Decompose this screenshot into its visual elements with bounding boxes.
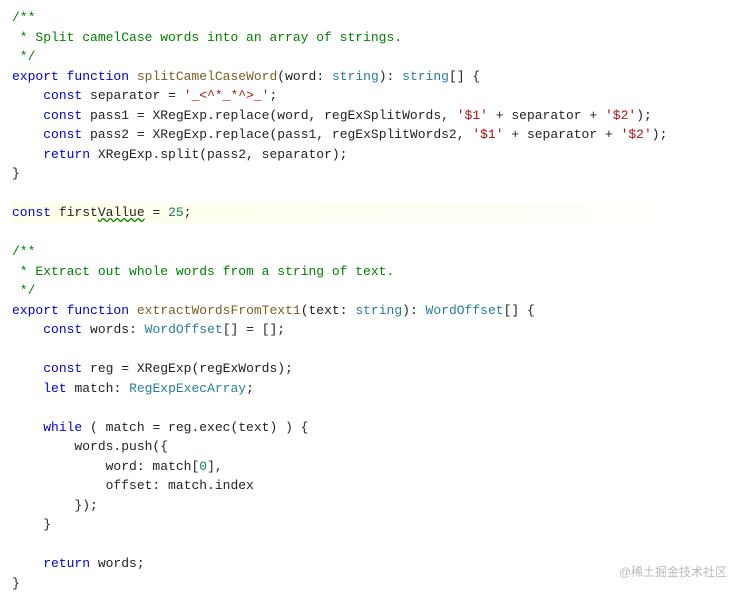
number: 0 (199, 459, 207, 474)
kw-let: let (43, 381, 66, 396)
code-block: /** * Split camelCase words into an arra… (12, 8, 733, 593)
comment-star: * (12, 30, 35, 45)
comment-end: */ (12, 49, 35, 64)
type: string (355, 303, 402, 318)
kw-const: const (43, 108, 82, 123)
watermark-text: @稀土掘金技术社区 (619, 563, 727, 581)
rest: [] = []; (223, 322, 285, 337)
func-name: extractWordsFromText1 (137, 303, 301, 318)
call: XRegExp.replace(pass1, regExSplitWords2, (152, 127, 472, 142)
var: words (90, 322, 129, 337)
kw-while: while (43, 420, 82, 435)
kw-function: function (67, 303, 129, 318)
call: XRegExp.replace(word, regExSplitWords, (152, 108, 456, 123)
type: WordOffset (145, 322, 223, 337)
brace: } (43, 517, 51, 532)
rest: words; (90, 556, 145, 571)
kw-export: export (12, 303, 59, 318)
return-type: string (402, 69, 449, 84)
var-part: first (59, 205, 98, 220)
end: ); (636, 108, 652, 123)
kw-export: export (12, 69, 59, 84)
kw-const: const (43, 88, 82, 103)
end: ); (652, 127, 668, 142)
kw-const: const (43, 127, 82, 142)
rest: XRegExp.split(pass2, separator); (90, 147, 347, 162)
kw-function: function (67, 69, 129, 84)
kw-const: const (12, 205, 51, 220)
var: match (74, 381, 113, 396)
highlighted-line: const firstVallue = 25; (12, 203, 733, 223)
func-name: splitCamelCaseWord (137, 69, 277, 84)
var: reg (90, 361, 113, 376)
brace: } (12, 576, 20, 591)
comment-line: /** (12, 10, 35, 25)
type: RegExpExecArray (129, 381, 246, 396)
plus: + separator + (488, 108, 605, 123)
line: words.push({ (74, 439, 168, 454)
line-part: word: match[ (106, 459, 200, 474)
string: '$1' (472, 127, 503, 142)
brace: } (12, 166, 20, 181)
comment-end: */ (12, 283, 35, 298)
number: 25 (168, 205, 184, 220)
param: word (285, 69, 316, 84)
string: '$1' (457, 108, 488, 123)
return-type: WordOffset (426, 303, 504, 318)
plus: + separator + (504, 127, 621, 142)
line: offset: match.index (106, 478, 254, 493)
comment-star: * (12, 264, 35, 279)
kw-return: return (43, 556, 90, 571)
string: '$2' (621, 127, 652, 142)
var: pass2 (90, 127, 129, 142)
param: text (309, 303, 340, 318)
string: '$2' (605, 108, 636, 123)
comment-text: Extract out whole words from a string of… (35, 264, 394, 279)
string: '_<^*_*^>_' (184, 88, 270, 103)
var-typo: Vallue (98, 205, 145, 220)
kw-return: return (43, 147, 90, 162)
kw-const: const (43, 322, 82, 337)
eq: = (145, 205, 168, 220)
semi: ; (184, 205, 192, 220)
comment-line: /** (12, 244, 35, 259)
rest: = XRegExp(regExWords); (113, 361, 292, 376)
type: string (332, 69, 379, 84)
var: separator (90, 88, 160, 103)
rest: ( match = reg.exec(text) ) { (82, 420, 308, 435)
kw-const: const (43, 361, 82, 376)
line-part: ], (207, 459, 223, 474)
comment-text: Split camelCase words into an array of s… (35, 30, 402, 45)
var: pass1 (90, 108, 129, 123)
line: }); (74, 498, 97, 513)
